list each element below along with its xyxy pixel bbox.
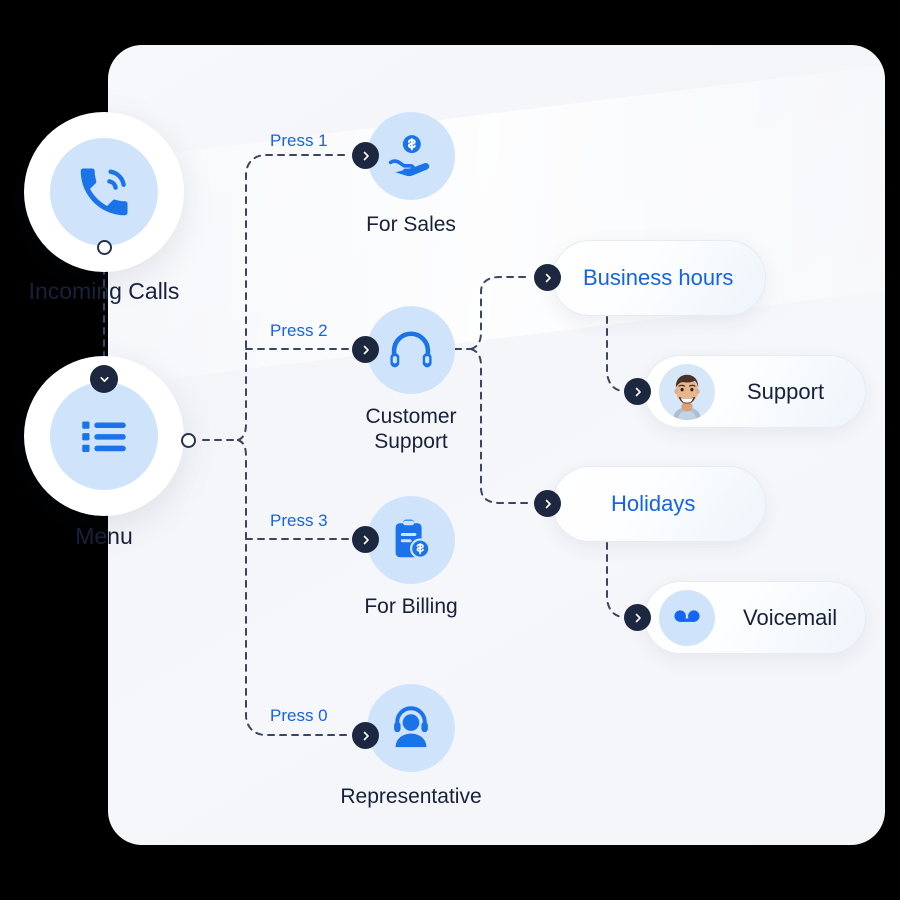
headset-icon <box>390 331 432 368</box>
arrow-badge-voicemail[interactable] <box>624 604 651 631</box>
node-for-sales[interactable] <box>367 112 455 200</box>
pill-label-holidays: Holidays <box>611 491 696 516</box>
chevron-right-icon <box>545 273 551 282</box>
voicemail-icon <box>674 609 700 622</box>
option-label-billing: For Billing <box>364 595 458 618</box>
press-label-sales: Press 1 <box>270 131 328 150</box>
incoming-calls-output-port[interactable] <box>97 240 112 255</box>
list-menu-icon <box>82 421 126 452</box>
node-customer-support[interactable] <box>367 306 455 394</box>
chevron-right-icon <box>635 613 641 622</box>
press-label-customer-support: Press 2 <box>270 321 328 340</box>
option-label-customer-support: Customer Support <box>365 405 457 453</box>
incoming-calls-icon-disc <box>50 138 158 246</box>
arrow-badge-support[interactable] <box>624 378 651 405</box>
agent-headset-icon <box>394 706 428 748</box>
option-label-sales: For Sales <box>366 213 456 236</box>
press-label-representative: Press 0 <box>270 706 328 725</box>
avatar-photo <box>659 363 715 420</box>
pill-label-support: Support <box>747 378 825 404</box>
voicemail-icon-disc <box>659 589 715 646</box>
incoming-calls-label: Incoming Calls <box>28 278 180 304</box>
clipboard-dollar-icon <box>395 519 431 559</box>
menu-icon-disc <box>50 382 158 490</box>
chevron-right-icon <box>363 535 369 544</box>
arrow-badge-holidays[interactable] <box>534 490 561 517</box>
pill-voicemail[interactable]: Voicemail <box>644 581 866 654</box>
chevron-down-icon <box>99 376 109 382</box>
avatar <box>659 363 715 420</box>
chevron-right-icon <box>635 387 641 396</box>
arrow-badge-customer-support[interactable] <box>352 336 379 363</box>
phone-call-icon <box>80 168 128 216</box>
chevron-right-icon <box>363 151 369 160</box>
chevron-right-icon <box>363 345 369 354</box>
menu-label: Menu <box>75 523 133 549</box>
chevron-right-icon <box>545 499 551 508</box>
arrow-badge-business-hours[interactable] <box>534 264 561 291</box>
pill-support[interactable]: Support <box>644 355 866 428</box>
press-label-billing: Press 3 <box>270 511 328 530</box>
ivr-flow-diagram: Incoming Calls Menu Press 1 For Sales Pr… <box>0 0 900 900</box>
pill-holidays[interactable]: Holidays <box>552 466 766 542</box>
menu-chevron-down-badge[interactable] <box>90 365 118 393</box>
arrow-badge-representative[interactable] <box>352 722 379 749</box>
arrow-badge-billing[interactable] <box>352 526 379 553</box>
arrow-badge-sales[interactable] <box>352 142 379 169</box>
menu-output-port[interactable] <box>181 433 196 448</box>
chevron-right-icon <box>363 731 369 740</box>
pill-business-hours[interactable]: Business hours <box>552 240 766 316</box>
hand-holding-dollar-icon <box>388 135 430 177</box>
pill-label-business-hours: Business hours <box>583 265 734 290</box>
pill-label-voicemail: Voicemail <box>743 604 838 630</box>
option-label-representative: Representative <box>340 785 482 808</box>
node-representative[interactable] <box>367 684 455 772</box>
node-for-billing[interactable] <box>367 496 455 584</box>
